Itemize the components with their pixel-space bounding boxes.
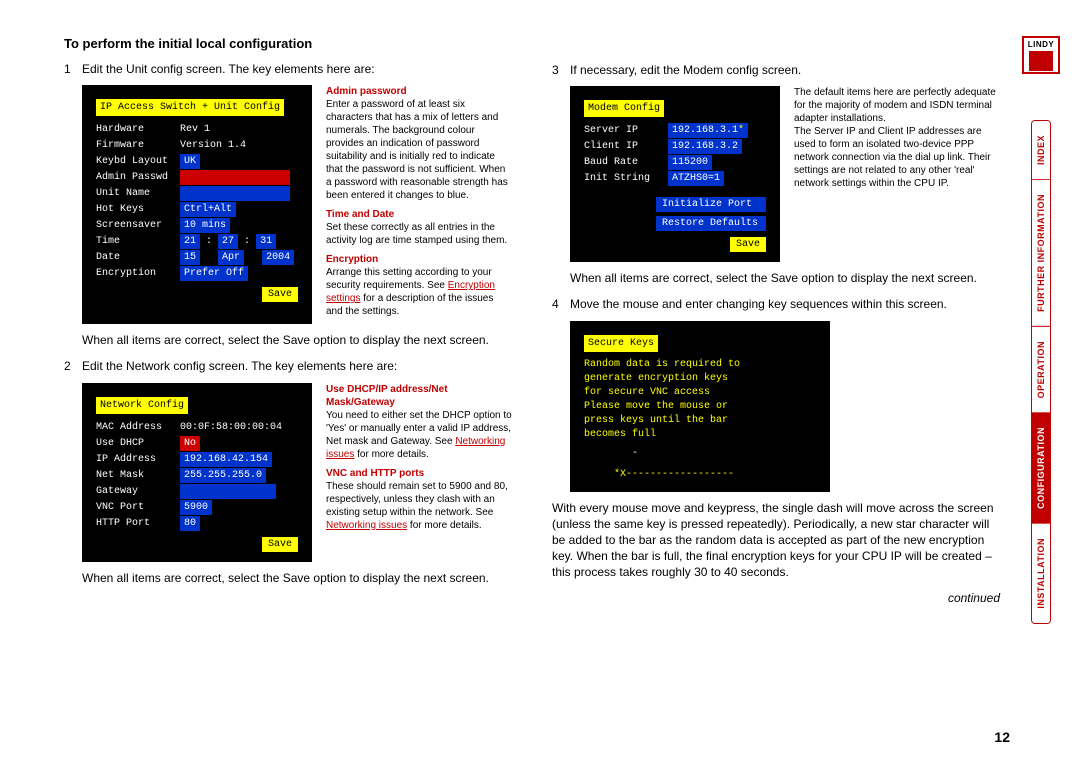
unit-help: Admin passwordEnter a password of at lea… <box>326 85 512 324</box>
left-column: To perform the initial local configurati… <box>64 36 512 605</box>
client-ip-field[interactable]: 192.168.3.2 <box>668 139 742 154</box>
modem-config-screen: Modem Config Server IP192.168.3.1* Clien… <box>570 86 780 262</box>
unit-config-screen: IP Access Switch + Unit Config HardwareR… <box>82 85 312 324</box>
screensaver-field[interactable]: 10 mins <box>180 218 230 233</box>
server-ip-field[interactable]: 192.168.3.1* <box>668 123 748 138</box>
network-config-screen: Network Config MAC Address00:0F:58:00:00… <box>82 383 312 562</box>
secure-keys-screen: Secure Keys Random data is required to g… <box>570 321 830 492</box>
nav-further[interactable]: FURTHER INFORMATION <box>1032 180 1050 327</box>
nav-installation[interactable]: INSTALLATION <box>1032 524 1050 623</box>
ip-field[interactable]: 192.168.42.154 <box>180 452 272 467</box>
hot-keys-field[interactable]: Ctrl+Alt <box>180 202 236 217</box>
lindy-logo: LINDY <box>1022 36 1060 74</box>
step-3: 3 If necessary, edit the Modem config sc… <box>552 62 1000 78</box>
baud-field[interactable]: 115200 <box>668 155 712 170</box>
page-title: To perform the initial local configurati… <box>64 36 512 51</box>
unit-save-button[interactable]: Save <box>262 287 298 302</box>
time-s[interactable]: 31 <box>256 234 276 249</box>
encryption-field[interactable]: Prefer Off <box>180 266 248 281</box>
nav-operation[interactable]: OPERATION <box>1032 327 1050 413</box>
net-save-button[interactable]: Save <box>262 537 298 552</box>
gateway-field[interactable] <box>180 484 276 499</box>
keybd-layout-field[interactable]: UK <box>180 154 200 169</box>
dhcp-field[interactable]: No <box>180 436 200 451</box>
net-help: Use DHCP/IP address/Net Mask/GatewayYou … <box>326 383 512 562</box>
initialize-port-button[interactable]: Initialize Port <box>656 197 766 212</box>
unit-name-field[interactable] <box>180 186 290 201</box>
init-string-field[interactable]: ATZHS0=1 <box>668 171 724 186</box>
http-port-field[interactable]: 80 <box>180 516 200 531</box>
continued-label: continued <box>552 591 1000 605</box>
date-d[interactable]: 15 <box>180 250 200 265</box>
vnc-port-field[interactable]: 5900 <box>180 500 212 515</box>
right-column: 3 If necessary, edit the Modem config sc… <box>552 36 1000 605</box>
step-1: 1 Edit the Unit config screen. The key e… <box>64 61 512 77</box>
step-4: 4 Move the mouse and enter changing key … <box>552 296 1000 312</box>
step-2: 2 Edit the Network config screen. The ke… <box>64 358 512 374</box>
nav-configuration[interactable]: CONFIGURATION <box>1032 413 1050 524</box>
page-number: 12 <box>994 729 1010 745</box>
time-m[interactable]: 27 <box>218 234 238 249</box>
time-h[interactable]: 21 <box>180 234 200 249</box>
side-nav: LINDY INDEX FURTHER INFORMATION OPERATIO… <box>1022 36 1060 624</box>
nav-index[interactable]: INDEX <box>1032 121 1050 180</box>
date-mo[interactable]: Apr <box>218 250 244 265</box>
restore-defaults-button[interactable]: Restore Defaults <box>656 216 766 231</box>
admin-passwd-field[interactable] <box>180 170 290 185</box>
date-y[interactable]: 2004 <box>262 250 294 265</box>
mask-field[interactable]: 255.255.255.0 <box>180 468 266 483</box>
modem-help: The default items here are perfectly ade… <box>794 86 1000 262</box>
modem-save-button[interactable]: Save <box>730 237 766 252</box>
networking-issues-link-2[interactable]: Networking issues <box>326 520 407 531</box>
